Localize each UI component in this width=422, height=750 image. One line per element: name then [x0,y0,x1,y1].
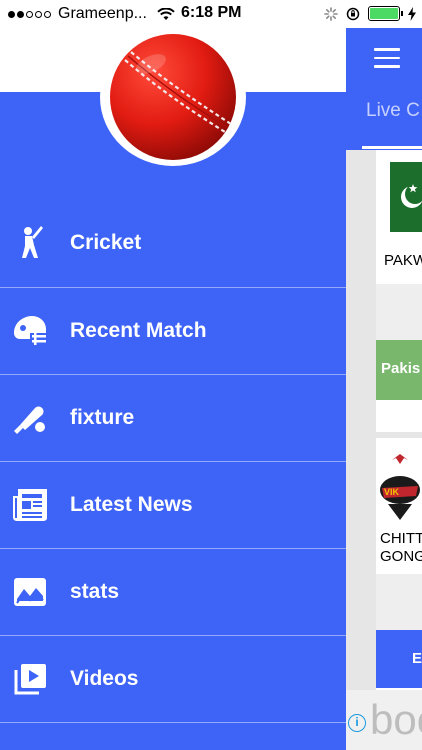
status-bar: Grameenp... 6:18 PM [0,0,422,28]
menu-item-videos[interactable]: Videos [0,636,346,723]
signal-dot-icon [8,10,15,18]
bat-ball-icon [12,400,48,436]
helmet-icon [12,313,48,349]
team-logo-icon: VIK [380,454,420,520]
activity-spinner-icon [324,6,338,21]
menu-item-latest-news[interactable]: Latest News [0,462,346,549]
signal-dot-icon [35,10,42,18]
carrier-name: Grameenp... [58,5,147,22]
result-bar: Pakis [376,340,422,400]
menu-item-stats[interactable]: stats [0,549,346,636]
menu-item-fixture[interactable]: fixture [0,375,346,462]
menu-item-recent-match[interactable]: Recent Match [0,288,346,375]
menu-label: stats [70,580,120,603]
card-action-label: E [412,650,422,667]
ad-banner[interactable]: i boo [346,690,422,750]
team-name: PAKW [384,252,422,269]
pakistan-flag-icon [390,162,422,232]
menu-label: Recent Match [70,319,207,342]
match-card[interactable]: PAKW Pakis [376,150,422,432]
battery-icon [368,6,403,21]
navigation-drawer: Cricket Recent Match fixture Latest News… [0,0,346,750]
newspaper-icon [12,487,48,523]
ad-info-icon[interactable]: i [348,714,366,732]
hamburger-menu-icon[interactable] [374,48,400,68]
main-content: Live C PAKW Pakis VIK CHITT GONG E i bo [346,0,422,750]
menu-label: fixture [70,406,135,429]
signal-carrier-group: Grameenp... [8,5,175,23]
video-playlist-icon [12,661,48,697]
batsman-icon [12,225,48,261]
tab-indicator [362,146,422,149]
status-time: 6:18 PM [181,4,242,21]
tab-live[interactable]: Live C [366,100,420,122]
orientation-lock-icon [346,7,360,20]
drawer-menu: Cricket Recent Match fixture Latest News… [0,198,346,723]
menu-label: Videos [70,667,139,690]
drawer-logo [100,28,246,166]
wifi-icon [157,7,175,20]
result-text: Pakis [381,360,421,377]
ad-text: boo [370,696,422,743]
card-action-button[interactable]: E [376,630,422,688]
svg-text:VIK: VIK [384,487,400,497]
menu-item-cricket[interactable]: Cricket [0,198,346,288]
top-navbar: Live C [346,28,422,150]
team-name-line2: GONG [380,548,422,565]
signal-dot-icon [44,10,51,18]
cricket-ball-icon [110,34,236,160]
match-card[interactable]: VIK CHITT GONG E [376,438,422,690]
signal-dot-icon [17,10,24,18]
chart-image-icon [12,574,48,610]
card-divider [376,574,422,630]
charging-bolt-icon [408,6,416,21]
status-right-group [324,6,416,21]
menu-label: Latest News [70,493,193,516]
menu-label: Cricket [70,230,142,254]
card-divider [376,284,422,340]
signal-dot-icon [26,10,33,18]
team-name-line1: CHITT [380,530,422,547]
